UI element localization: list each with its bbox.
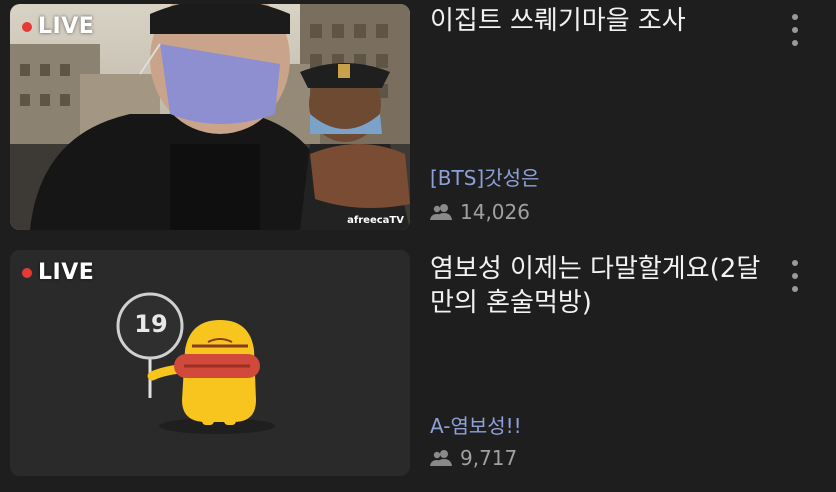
viewer-count-value: 14,026 [460,200,530,224]
watermark-logo: afreecaTV [347,215,404,226]
viewer-count: 14,026 [430,200,530,224]
stream-thumbnail[interactable]: 19 LIVE [10,250,410,476]
viewer-count: 9,717 [430,446,517,470]
live-label: LIVE [38,14,95,39]
age-restriction-badge: 19 [134,310,168,338]
channel-name[interactable]: A-염보성!! [430,410,522,439]
stream-thumbnail[interactable]: LIVE afreecaTV [10,4,410,230]
stream-title[interactable]: 염보성 이제는 다말할게요(2달만의 혼술먹방) [430,252,780,320]
stream-card[interactable]: 19 LIVE 염보성 이제는 다말할게요(2달만의 혼술먹방) A-염보성!!… [0,248,836,492]
live-badge: LIVE [22,260,94,285]
viewers-icon [430,450,452,466]
stream-card[interactable]: LIVE afreecaTV 이집트 쓰뤠기마을 조사 [BTS]갓성은 14,… [0,0,836,240]
channel-name[interactable]: [BTS]갓성은 [430,162,539,191]
viewers-icon [430,204,452,220]
stream-title[interactable]: 이집트 쓰뤠기마을 조사 [430,4,780,38]
live-dot-icon [22,267,32,278]
live-label: LIVE [38,260,95,285]
live-dot-icon [22,21,32,32]
live-badge: LIVE [22,14,94,39]
viewer-count-value: 9,717 [460,446,518,470]
kebab-menu-icon[interactable] [784,256,806,296]
kebab-menu-icon[interactable] [784,10,806,50]
